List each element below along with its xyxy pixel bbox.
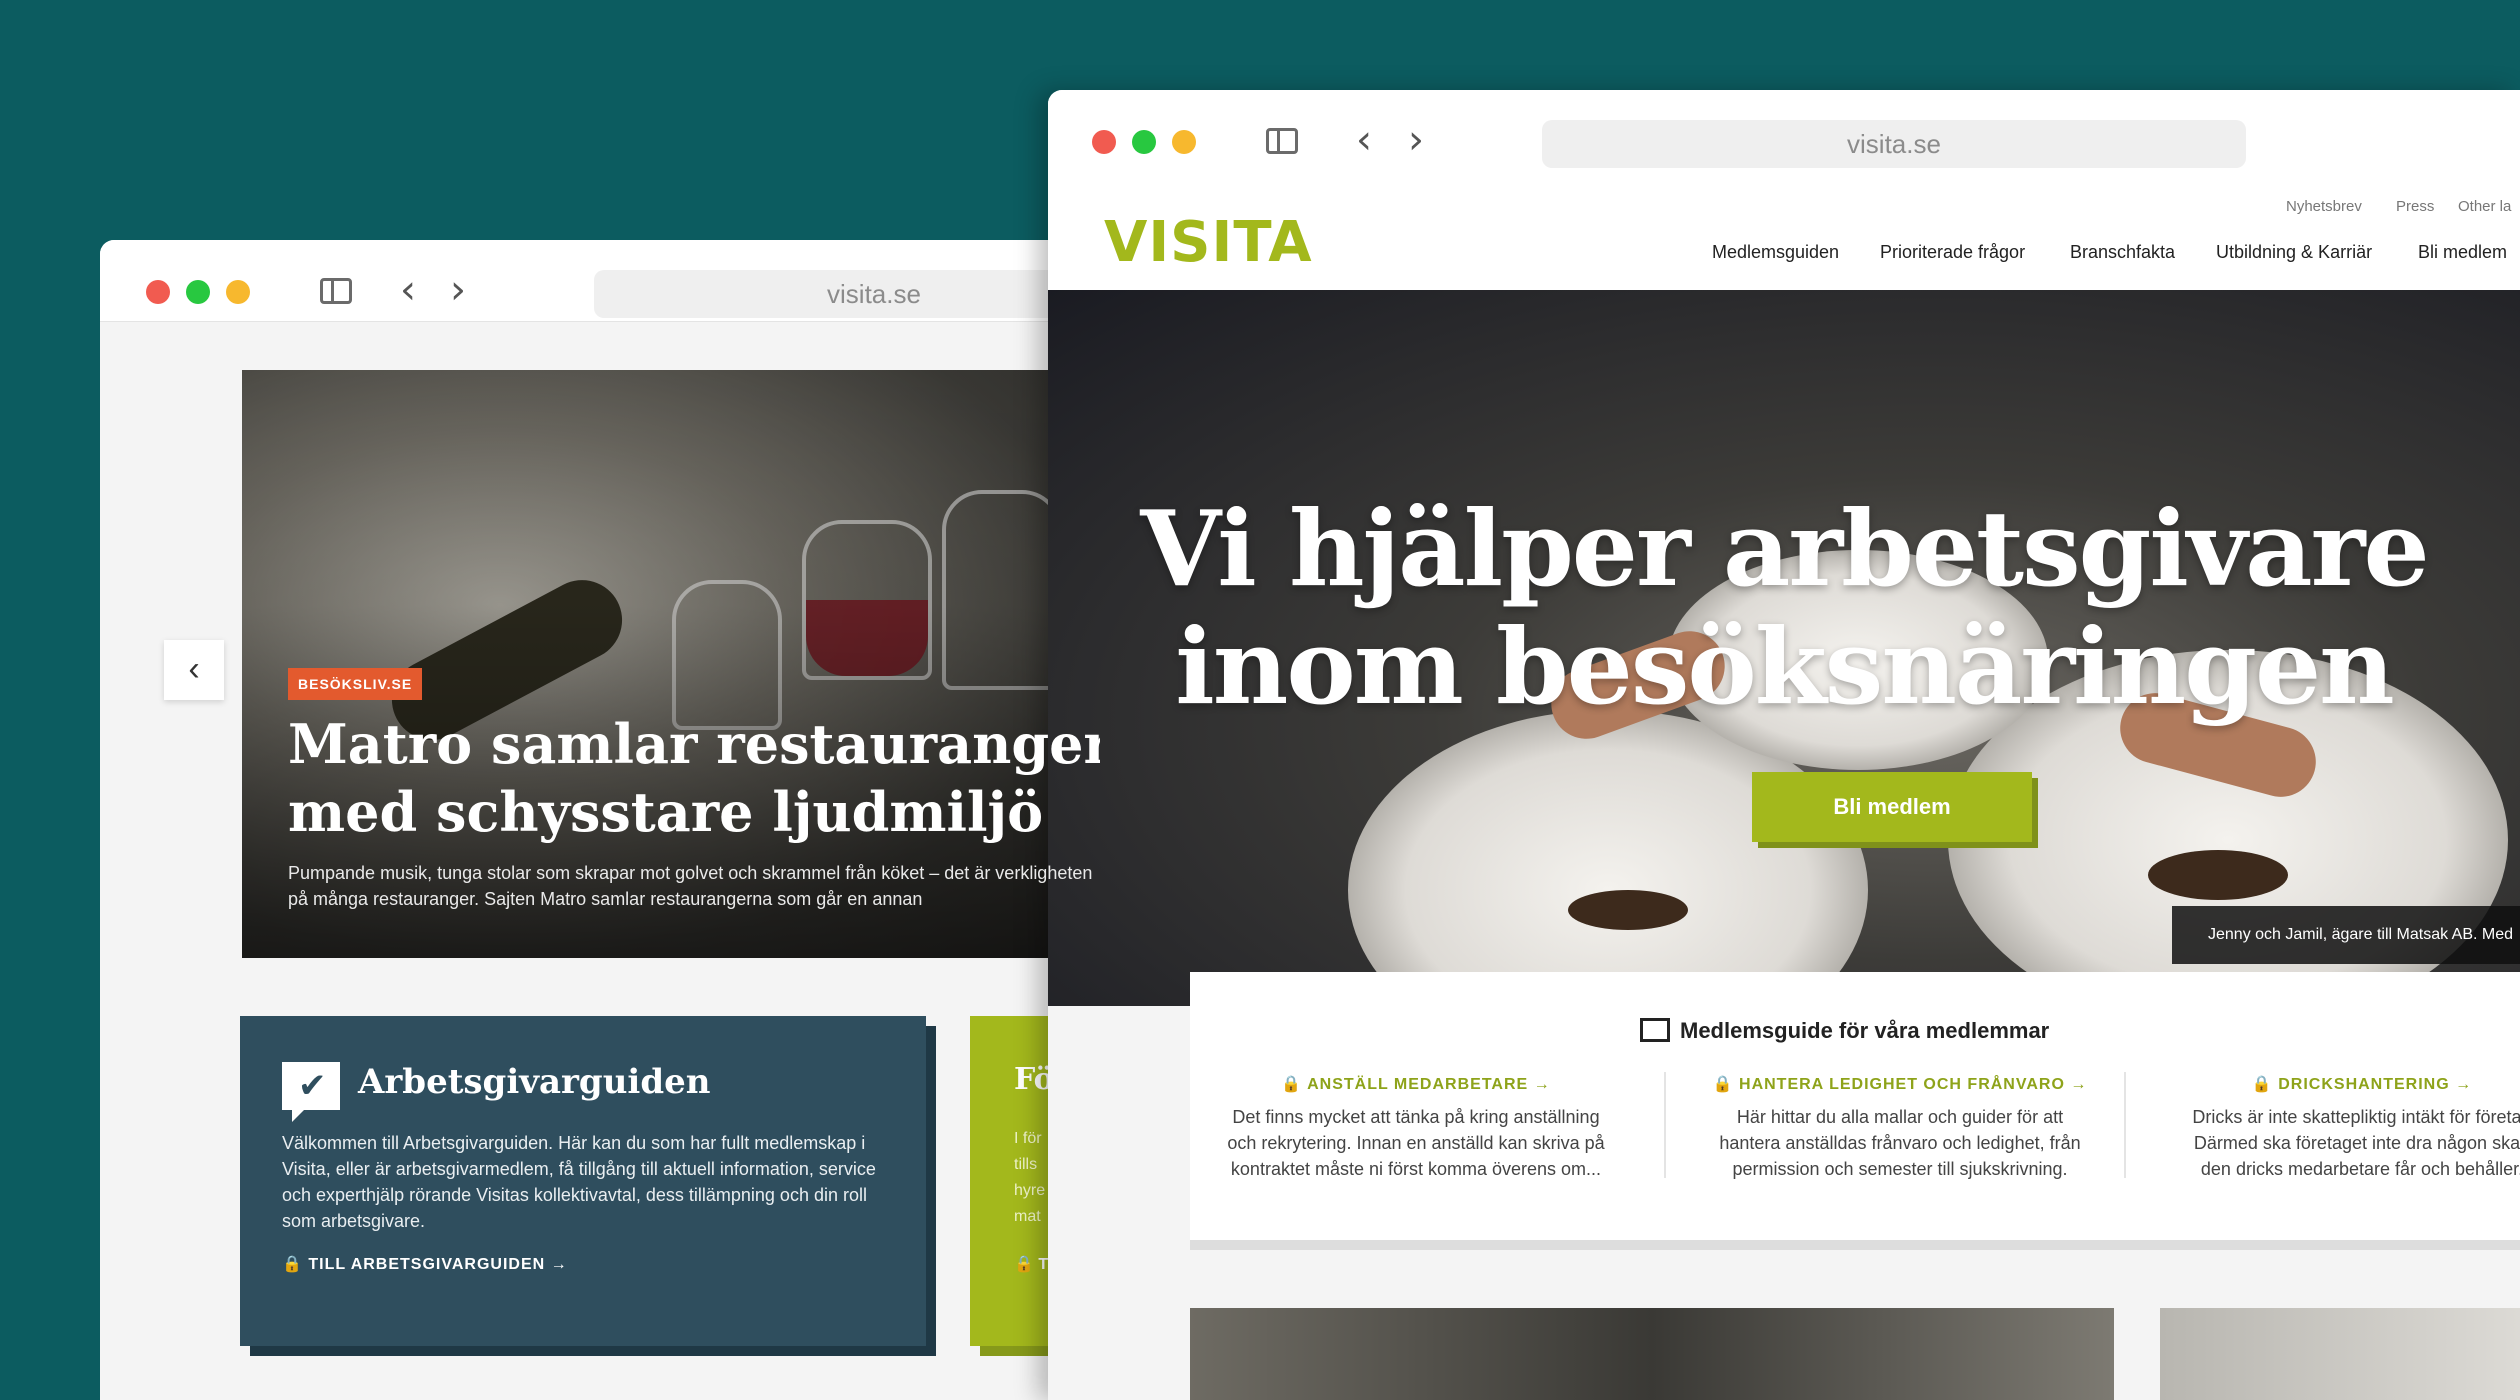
guide-title: Medlemsguide för våra medlemmar bbox=[1680, 1018, 2050, 1043]
green-card-text: hyre bbox=[1014, 1182, 1046, 1199]
green-card-link[interactable]: 🔒 T bbox=[1014, 1254, 1048, 1274]
bli-medlem-button[interactable]: Bli medlem bbox=[1752, 772, 2032, 842]
article-thumbnail[interactable] bbox=[1190, 1308, 2114, 1400]
sidebar-toggle-icon[interactable] bbox=[320, 278, 352, 304]
wine-glass-image bbox=[942, 490, 1062, 690]
guide-text: Här hittar du alla mallar och guider för… bbox=[1736, 1107, 2064, 1127]
card-text: Välkommen till Arbetsgivarguiden. Här ka… bbox=[282, 1133, 876, 1231]
card-title: Arbetsgivarguiden bbox=[358, 1062, 711, 1102]
back-arrow-icon[interactable]: ‹ bbox=[400, 270, 416, 310]
guide-text: och rekrytering. Innan en anställd kan s… bbox=[1227, 1133, 1605, 1153]
wine-glass-image bbox=[672, 580, 782, 730]
guide-text: hantera anställdas frånvaro och ledighet… bbox=[1719, 1133, 2081, 1153]
forward-arrow-icon[interactable]: › bbox=[450, 270, 466, 310]
guide-text: permission och semester till sjukskrivni… bbox=[1732, 1159, 2068, 1179]
url-bar[interactable]: visita.se bbox=[594, 270, 1100, 318]
green-card-text: tills bbox=[1014, 1156, 1038, 1173]
guide-text: den dricks medarbetare får och behåller. bbox=[2200, 1159, 2520, 1179]
hero-heading: Vi hjälper arbetsgivare inom besöksnärin… bbox=[1140, 487, 2429, 728]
browser-toolbar: ‹ › visita.se bbox=[100, 240, 1100, 322]
guide-column-dricks[interactable]: 🔒 DRICKSHANTERING → Dricks är inte skatt… bbox=[2152, 1074, 2520, 1182]
guide-text: kontraktet måste ni först komma överens … bbox=[1230, 1159, 1602, 1179]
divider bbox=[2124, 1072, 2126, 1178]
visita-logo[interactable]: VISITA bbox=[1104, 210, 1313, 275]
forward-arrow-icon[interactable]: › bbox=[1408, 120, 1424, 160]
guide-column-ledighet[interactable]: 🔒 HANTERA LEDIGHET OCH FRÅNVARO → Här hi… bbox=[1690, 1074, 2110, 1182]
hero-carousel-slide[interactable]: BESÖKSLIV.SE Matro samlar restauranger m… bbox=[242, 370, 1100, 958]
carousel-prev-button[interactable]: ‹ bbox=[164, 640, 224, 700]
food-image bbox=[2148, 850, 2288, 900]
browser-toolbar: ‹ › visita.se bbox=[1048, 90, 2520, 170]
card-link[interactable]: 🔒 TILL ARBETSGIVARGUIDEN → bbox=[282, 1254, 568, 1274]
hero-banner: Vi hjälper arbetsgivare inom besöksnärin… bbox=[1048, 290, 2520, 1006]
hero-description: Pumpande musik, tunga stolar som skrapar… bbox=[288, 863, 1093, 909]
top-link-nyhetsbrev[interactable]: Nyhetsbrev bbox=[2286, 198, 2362, 215]
food-image bbox=[1568, 890, 1688, 930]
minimize-window-button[interactable] bbox=[226, 280, 250, 304]
nav-branschfakta[interactable]: Branschfakta bbox=[2070, 242, 2175, 263]
close-window-button[interactable] bbox=[146, 280, 170, 304]
arbetsgivarguiden-card[interactable]: Arbetsgivarguiden Välkommen till Arbetsg… bbox=[240, 1016, 926, 1346]
green-card-text: mat bbox=[1014, 1208, 1041, 1225]
guide-link-dricks[interactable]: 🔒 DRICKSHANTERING → bbox=[2152, 1074, 2520, 1094]
guide-text: Det finns mycket att tänka på kring anst… bbox=[1232, 1107, 1600, 1127]
url-bar[interactable]: visita.se bbox=[1542, 120, 2246, 168]
chat-check-icon bbox=[1640, 1018, 1670, 1042]
nav-utbildning-karriar[interactable]: Utbildning & Karriär bbox=[2216, 242, 2372, 263]
back-arrow-icon[interactable]: ‹ bbox=[1356, 120, 1372, 160]
maximize-window-button[interactable] bbox=[186, 280, 210, 304]
top-link-other-languages[interactable]: Other la bbox=[2458, 198, 2511, 215]
guide-text: Dricks är inte skattepliktig intäkt för … bbox=[2192, 1107, 2520, 1127]
sidebar-toggle-icon[interactable] bbox=[1266, 128, 1298, 154]
guide-link-anstall[interactable]: 🔒 ANSTÄLL MEDARBETARE → bbox=[1206, 1074, 1626, 1094]
front-browser-window: ‹ › visita.se VISITA Nyhetsbrev Press Ot… bbox=[1048, 90, 2520, 1400]
source-tag: BESÖKSLIV.SE bbox=[288, 668, 423, 700]
chat-check-icon bbox=[282, 1062, 340, 1122]
article-thumbnail[interactable] bbox=[2160, 1308, 2520, 1400]
back-browser-window: ‹ › visita.se BESÖKSLIV.SE Matro samlar … bbox=[100, 240, 1100, 1400]
red-wine-image bbox=[806, 600, 928, 676]
green-card-text: I för bbox=[1014, 1130, 1042, 1147]
nav-medlemsguiden[interactable]: Medlemsguiden bbox=[1712, 242, 1839, 263]
hero-title: Matro samlar restauranger med schysstare… bbox=[288, 712, 1100, 844]
maximize-window-button[interactable] bbox=[1132, 130, 1156, 154]
divider bbox=[1664, 1072, 1666, 1178]
guide-text: Därmed ska företaget inte dra någon skat… bbox=[2193, 1133, 2520, 1153]
wine-glass-image bbox=[802, 520, 932, 680]
minimize-window-button[interactable] bbox=[1172, 130, 1196, 154]
top-link-press[interactable]: Press bbox=[2396, 198, 2434, 215]
guide-column-anstall[interactable]: 🔒 ANSTÄLL MEDARBETARE → Det finns mycket… bbox=[1206, 1074, 1626, 1182]
nav-bli-medlem[interactable]: Bli medlem bbox=[2418, 242, 2507, 263]
guide-link-ledighet[interactable]: 🔒 HANTERA LEDIGHET OCH FRÅNVARO → bbox=[1690, 1074, 2110, 1094]
photo-caption: Jenny och Jamil, ägare till Matsak AB. M… bbox=[2172, 906, 2520, 964]
close-window-button[interactable] bbox=[1092, 130, 1116, 154]
member-guide-panel: Medlemsguide för våra medlemmar 🔒 ANSTÄL… bbox=[1190, 972, 2520, 1240]
site-header: VISITA Nyhetsbrev Press Other la Medlems… bbox=[1048, 170, 2520, 290]
nav-prioriterade-fragor[interactable]: Prioriterade frågor bbox=[1880, 242, 2025, 263]
